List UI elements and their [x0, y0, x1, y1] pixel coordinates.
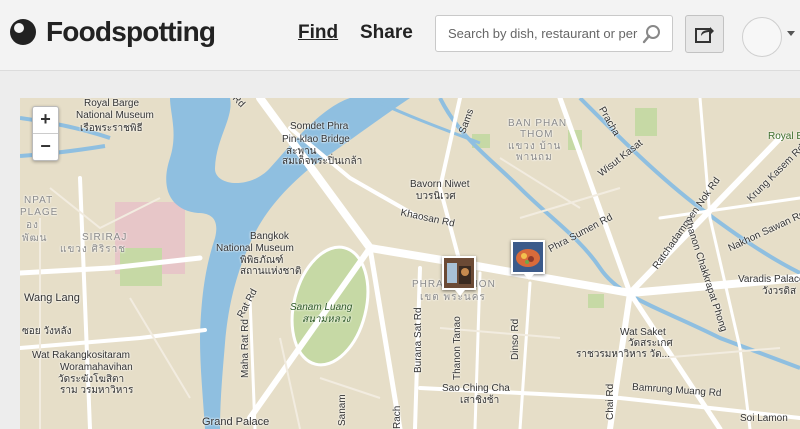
map-label: เขต พระนคร [420, 292, 486, 303]
map-label: Sanam [337, 394, 348, 426]
map-label: Soi Lamon [740, 413, 788, 424]
map-label: PLAGE [20, 207, 59, 218]
map-label: Bangkok [250, 231, 289, 242]
zoom-out-button[interactable]: − [33, 134, 58, 160]
brand-name: Foodspotting [46, 16, 216, 47]
map-label: NPAT [24, 195, 54, 206]
map-base-layer [20, 98, 800, 429]
map-label: SIRIRAJ [82, 232, 128, 243]
nav-find[interactable]: Find [298, 22, 338, 44]
map-label: วัดสระเกศ [628, 338, 673, 349]
map-label: Dinso Rd [510, 318, 521, 360]
map-label: Rach [392, 405, 403, 429]
top-bar: Foodspotting Find Share [0, 0, 800, 71]
map-label: National Museum [76, 110, 154, 121]
map[interactable]: + − Royal Barge National Museum เรือพระร… [20, 98, 800, 429]
map-label: Bavorn Niwet [410, 179, 470, 190]
map-label: Varadis Palace [738, 274, 800, 285]
food-photo [444, 258, 474, 288]
map-label: พัฒน [22, 233, 48, 244]
food-photo-marker[interactable] [511, 240, 545, 280]
map-label: Maha Rat Rd [240, 319, 251, 378]
map-label: ราม วรมหาวิหาร [60, 385, 134, 396]
share-icon [695, 27, 714, 43]
zoom-in-button[interactable]: + [33, 107, 58, 134]
map-label: เรือพระราชพิธี [80, 123, 143, 134]
map-label: BAN PHAN [508, 118, 568, 129]
food-photo-marker[interactable] [442, 256, 476, 296]
map-label: พานถม [516, 152, 553, 163]
map-label: Thanon Tanao [452, 316, 463, 380]
search-box [435, 15, 673, 52]
map-label: Royal Bu [768, 131, 800, 142]
map-label: Sao Ching Cha [442, 383, 510, 394]
map-label: วังวรดิส [762, 286, 797, 297]
map-label: Somdet Phra [290, 121, 349, 132]
map-label: THOM [520, 129, 554, 140]
map-label: สถานแห่งชาติ [240, 266, 302, 277]
map-label: ซอย วังหลัง [22, 326, 72, 337]
map-label: Pin-klao Bridge [282, 134, 350, 145]
nav-share[interactable]: Share [360, 22, 413, 44]
map-label: บวรนิเวศ [416, 191, 456, 202]
map-label: เสาชิงช้า [460, 395, 500, 406]
food-photo [513, 242, 543, 272]
map-label: สนามหลวง [302, 314, 351, 325]
avatar[interactable] [742, 17, 782, 57]
map-label: National Museum [216, 243, 294, 254]
map-label: Royal Barge [84, 98, 140, 109]
search-icon[interactable] [642, 24, 662, 44]
search-input[interactable] [446, 25, 640, 42]
map-label: Burana Sat Rd [413, 307, 424, 373]
map-label: Wat Saket [620, 327, 666, 338]
map-label: อง [26, 220, 39, 231]
map-label: Wat Rakangkositaram [32, 350, 130, 361]
map-label: Sanam Luang [290, 302, 353, 313]
map-label: Chai Rd [605, 383, 616, 420]
map-label: ราชวรมหาวิหาร วัด... [576, 349, 670, 360]
map-label: Grand Palace [202, 416, 270, 428]
map-label: Wang Lang [24, 292, 80, 304]
logo[interactable]: Foodspotting [8, 16, 216, 48]
map-label: แขวง บ้าน [508, 141, 562, 152]
map-label: แขวง ศิริราช [60, 244, 127, 255]
chevron-down-icon[interactable] [787, 31, 795, 36]
map-label: Woramahavihan [60, 362, 133, 373]
map-label: สมเด็จพระปิ่นเกล้า [282, 156, 363, 167]
map-label: วัดระฆังโฆสิตา [58, 374, 125, 385]
logo-icon [10, 19, 36, 45]
share-button[interactable] [685, 15, 724, 53]
map-label: พิพิธภัณฑ์ [240, 255, 284, 266]
zoom-control: + − [32, 106, 59, 161]
